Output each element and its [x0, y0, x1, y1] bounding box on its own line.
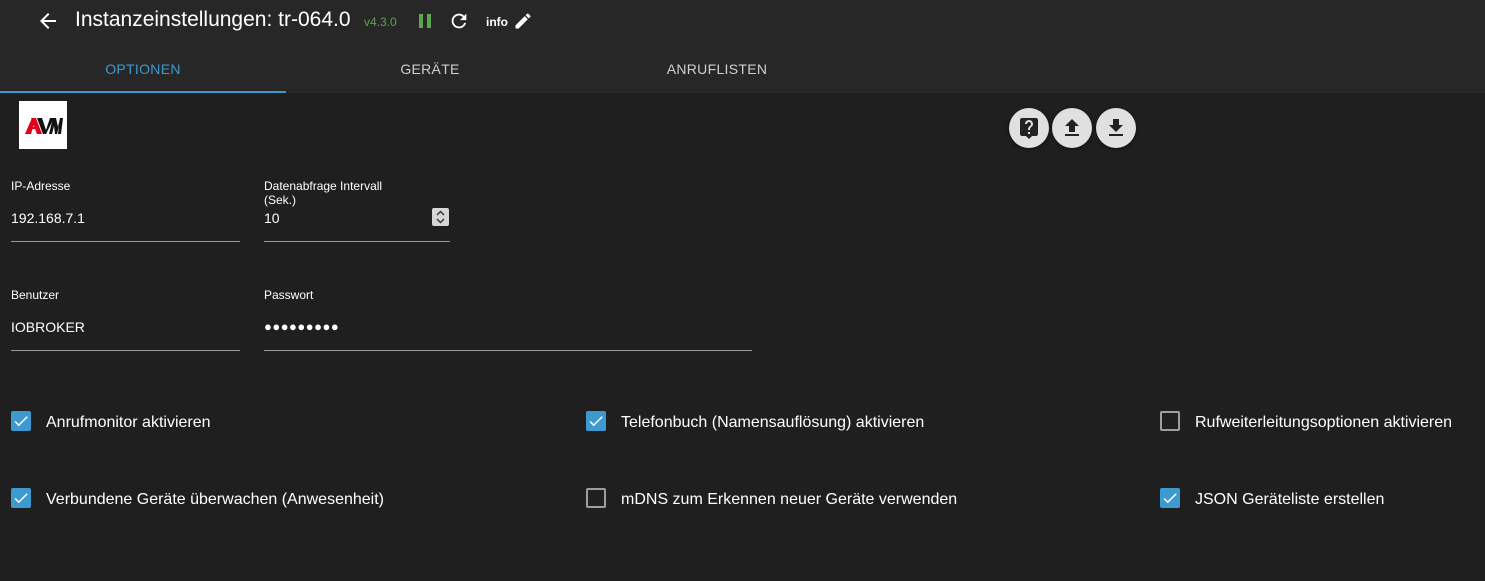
page-title: Instanzeinstellungen: tr-064.0 — [75, 8, 351, 31]
download-button[interactable] — [1096, 108, 1136, 148]
checkbox-label-call-monitor: Anrufmonitor aktivieren — [46, 414, 211, 431]
password-input[interactable]: ●●●●●●●●● — [264, 319, 339, 334]
upload-button[interactable] — [1052, 108, 1092, 148]
help-button[interactable] — [1009, 108, 1049, 148]
password-underline — [264, 350, 752, 351]
version-badge: v4.3.0 — [364, 15, 397, 29]
user-underline — [11, 350, 240, 351]
user-label: Benutzer — [11, 288, 60, 302]
checkbox-json-device-list[interactable] — [1160, 488, 1180, 508]
tab-indicator — [0, 91, 286, 93]
check-icon — [14, 416, 28, 427]
avm-logo — [19, 101, 67, 149]
interval-input[interactable]: 10 — [264, 210, 280, 226]
checkbox-mdns[interactable] — [586, 488, 606, 508]
upload-icon — [1065, 119, 1079, 136]
interval-underline — [264, 241, 450, 242]
checkbox-presence[interactable] — [11, 488, 31, 508]
tab-anruflisten[interactable]: ANRUFLISTEN — [574, 46, 860, 93]
checkbox-call-monitor[interactable] — [11, 411, 31, 431]
check-icon — [14, 493, 28, 504]
interval-label-line2: (Sek.) — [264, 193, 297, 207]
app-header: Instanzeinstellungen: tr-064.0 v4.3.0 in… — [0, 0, 1485, 46]
arrow-back-icon[interactable] — [36, 9, 60, 33]
pause-icon[interactable] — [416, 11, 434, 31]
checkbox-label-mdns: mDNS zum Erkennen neuer Geräte verwenden — [621, 491, 958, 508]
interval-label-line1: Datenabfrage Intervall — [264, 179, 383, 193]
check-icon — [1163, 493, 1177, 504]
user-input[interactable]: IOBROKER — [11, 319, 85, 335]
checkbox-label-presence: Verbundene Geräte überwachen (Anwesenhei… — [46, 491, 384, 508]
ip-address-underline — [11, 241, 240, 242]
ip-address-input[interactable]: 192.168.7.1 — [11, 210, 85, 226]
checkbox-call-forwarding[interactable] — [1160, 411, 1180, 431]
download-icon — [1109, 119, 1123, 136]
interval-stepper[interactable] — [432, 208, 449, 226]
pencil-icon[interactable] — [513, 11, 533, 31]
checkbox-label-phonebook: Telefonbuch (Namensauflösung) aktivieren — [621, 414, 925, 431]
password-label: Passwort — [264, 288, 314, 302]
stepper-arrows-icon — [436, 210, 445, 224]
loglevel-label: info — [486, 15, 508, 29]
checkbox-label-json-device-list: JSON Geräteliste erstellen — [1195, 491, 1385, 508]
check-icon — [589, 416, 603, 427]
tab-geraete[interactable]: GERÄTE — [287, 46, 573, 93]
checkbox-label-call-forwarding: Rufweiterleitungsoptionen aktivieren — [1195, 414, 1453, 431]
checkbox-phonebook[interactable] — [586, 411, 606, 431]
ip-address-label: IP-Adresse — [11, 179, 71, 193]
refresh-icon[interactable] — [448, 10, 470, 32]
tab-optionen[interactable]: OPTIONEN — [0, 46, 286, 93]
help-icon — [1020, 118, 1038, 139]
avm-logo-mark — [25, 118, 63, 134]
tab-bar: OPTIONEN GERÄTE ANRUFLISTEN — [0, 46, 1485, 93]
